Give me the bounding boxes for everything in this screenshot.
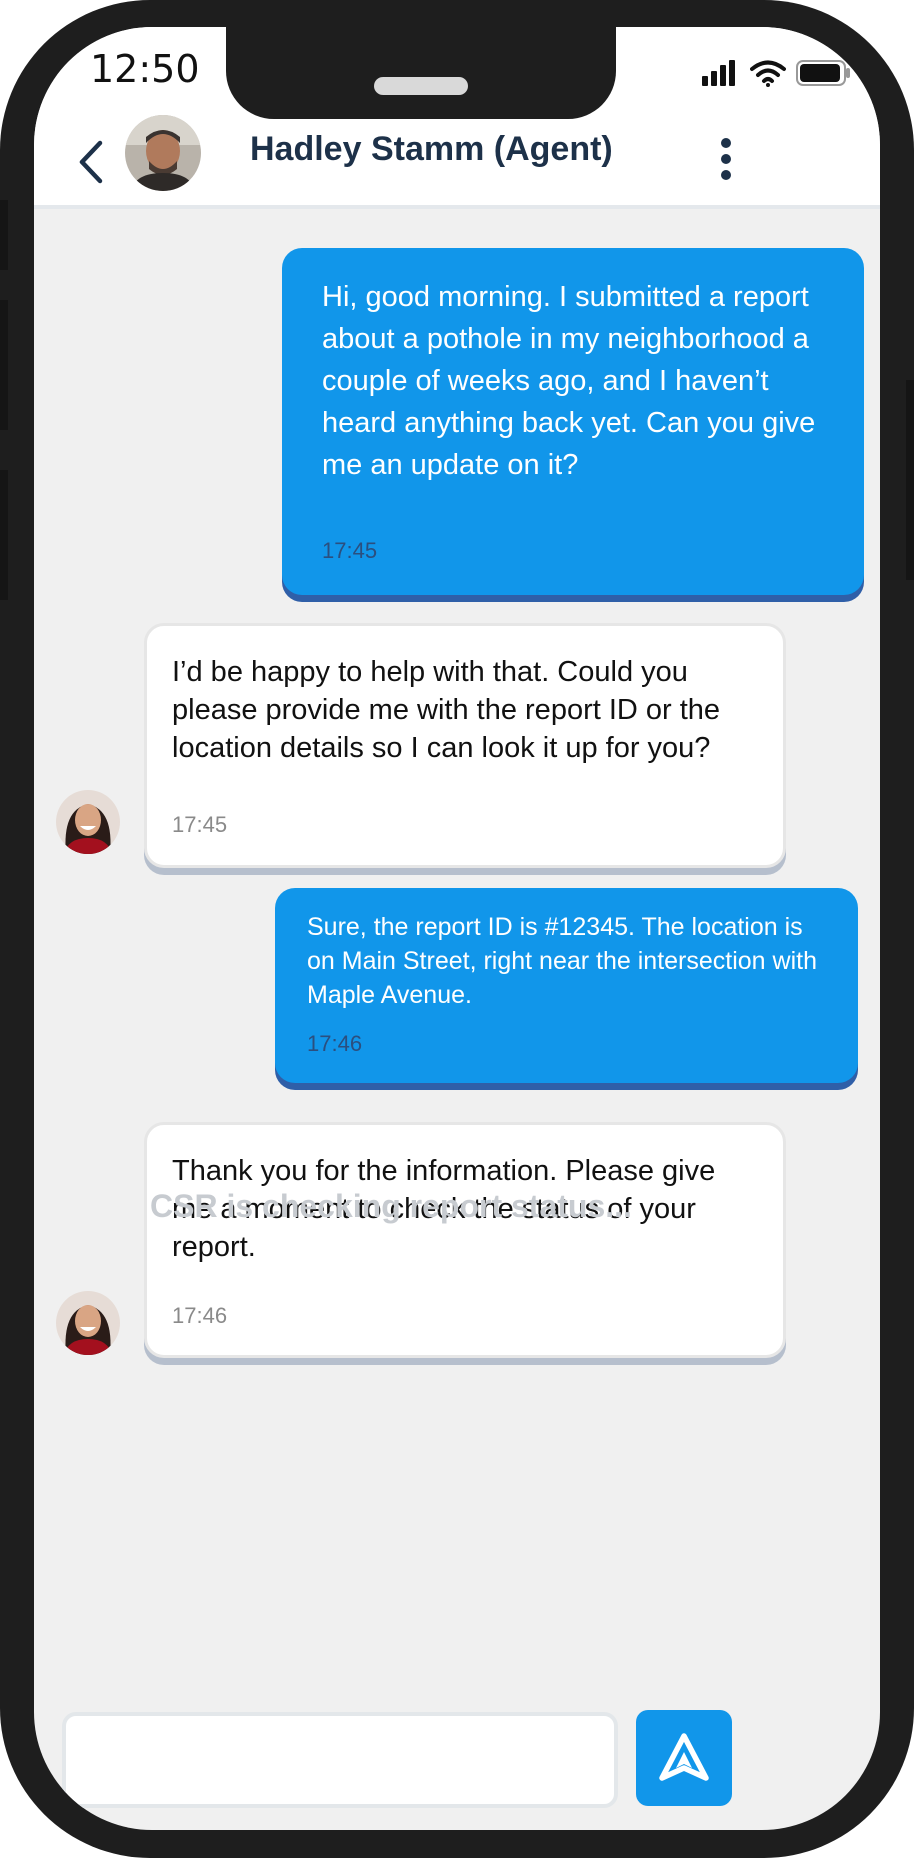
send-button[interactable] <box>636 1710 732 1806</box>
message-input-container <box>62 1712 618 1808</box>
message-bubble-sent[interactable]: Sure, the report ID is #12345. The locat… <box>275 888 858 1083</box>
back-button[interactable] <box>72 137 112 187</box>
phone-side-button <box>0 300 8 430</box>
message-time: 17:46 <box>307 1031 363 1056</box>
contact-avatar-image <box>125 115 201 191</box>
status-time: 12:50 <box>90 47 200 91</box>
more-vertical-icon <box>721 138 731 180</box>
notch <box>226 27 616 119</box>
message-bubble-received[interactable]: Thank you for the information. Please gi… <box>144 1122 786 1358</box>
phone-side-button <box>0 470 8 600</box>
message-time: 17:45 <box>322 538 378 563</box>
message-text: Hi, good morning. I submitted a report a… <box>322 281 816 481</box>
message-bubble-received[interactable]: I’d be happy to help with that. Could yo… <box>144 623 786 868</box>
phone-side-button <box>906 380 914 580</box>
typing-indicator: CSR is checking report status... <box>150 1188 632 1224</box>
agent-avatar-image <box>56 1291 120 1355</box>
message-time: 17:45 <box>172 812 228 837</box>
status-icons <box>700 59 852 87</box>
agent-avatar <box>56 790 120 854</box>
phone-frame: 12:50 Hadley Stamm (Agent) Hi, good morn… <box>0 0 914 1858</box>
chevron-left-icon <box>79 140 103 184</box>
wifi-icon <box>750 60 786 87</box>
signal-icon <box>702 60 735 86</box>
send-icon <box>659 1733 709 1781</box>
more-options-button[interactable] <box>714 135 738 187</box>
speaker-grille <box>374 77 468 95</box>
agent-avatar <box>56 1291 120 1355</box>
battery-icon <box>796 60 850 86</box>
phone-side-button <box>0 200 8 270</box>
message-time: 17:46 <box>172 1303 228 1328</box>
message-bubble-sent[interactable]: Hi, good morning. I submitted a report a… <box>282 248 864 595</box>
contact-name: Hadley Stamm (Agent) <box>250 130 613 168</box>
message-text: I’d be happy to help with that. Could yo… <box>172 656 721 764</box>
contact-avatar[interactable] <box>125 115 201 191</box>
message-text: Sure, the report ID is #12345. The locat… <box>307 913 817 1009</box>
agent-avatar-image <box>56 790 120 854</box>
phone-screen: 12:50 Hadley Stamm (Agent) Hi, good morn… <box>34 27 880 1830</box>
message-input[interactable] <box>66 1716 614 1804</box>
